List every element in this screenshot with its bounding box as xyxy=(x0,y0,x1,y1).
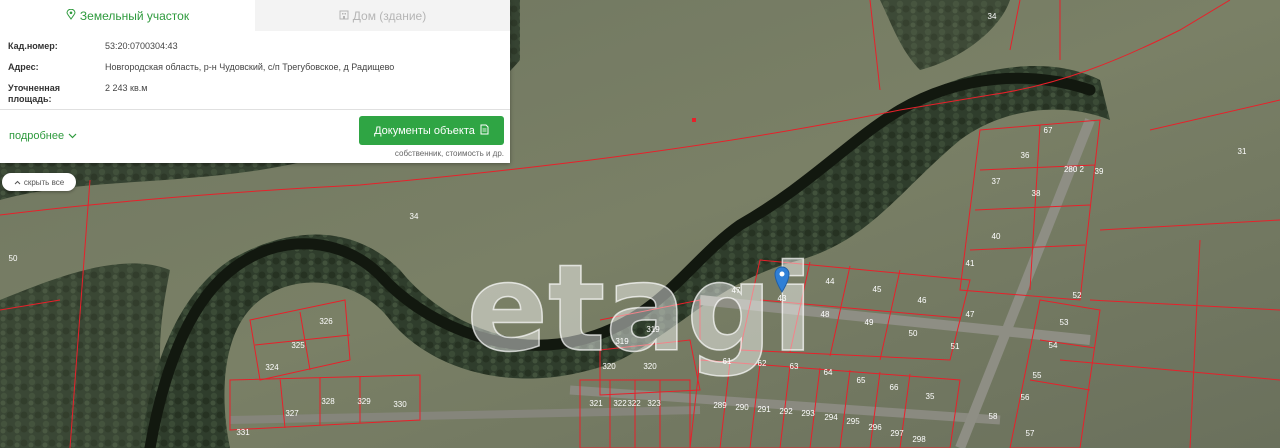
plot-label: 45 xyxy=(873,285,882,294)
field-label: Адрес: xyxy=(8,62,39,72)
plot-label: 46 xyxy=(918,296,927,305)
plot-label: 38 xyxy=(1032,189,1041,198)
plot-label: 48 xyxy=(821,310,830,319)
plot-label: 321 xyxy=(589,399,603,408)
plot-label: 297 xyxy=(890,429,904,438)
area-value: 2 243 кв.м xyxy=(105,83,148,93)
plot-label: 294 xyxy=(824,413,838,422)
plot-label: 290 xyxy=(735,403,749,412)
plot-label: 53 xyxy=(1060,318,1069,327)
plot-label: 55 xyxy=(1033,371,1042,380)
point-marker xyxy=(692,118,696,122)
plot-label: 322 xyxy=(613,399,627,408)
tab-label: Дом (здание) xyxy=(352,8,427,23)
plot-label: 293 xyxy=(801,409,815,418)
plot-label: 57 xyxy=(1026,429,1035,438)
plot-label: 295 xyxy=(846,417,860,426)
watermark: etagi xyxy=(467,240,814,379)
chevron-up-icon xyxy=(14,178,21,187)
plot-label: 50 xyxy=(9,254,18,263)
plot-label: 327 xyxy=(285,409,299,418)
tab-house[interactable]: Дом (здание) xyxy=(255,0,510,31)
tab-land-plot[interactable]: Земельный участок xyxy=(0,0,255,31)
plot-label: 322 xyxy=(627,399,641,408)
plot-label: 331 xyxy=(236,428,250,437)
plot-info-panel: Земельный участок Дом (здание) Кад.номер… xyxy=(0,0,510,163)
plot-label: 49 xyxy=(865,318,874,327)
plot-label: 34 xyxy=(410,212,419,221)
more-link[interactable]: подробнее xyxy=(9,130,77,142)
hide-all-button[interactable]: скрыть все xyxy=(2,173,76,191)
plot-label: 325 xyxy=(291,341,305,350)
plot-label: 326 xyxy=(319,317,333,326)
field-label: Уточненная площадь: xyxy=(8,83,60,104)
plot-label: 37 xyxy=(992,177,1001,186)
plot-label: 298 xyxy=(912,435,926,444)
plot-label: 54 xyxy=(1049,341,1058,350)
plot-label: 50 xyxy=(909,329,918,338)
plot-label: 330 xyxy=(393,400,407,409)
plot-label: 52 xyxy=(1073,291,1082,300)
plot-label: 35 xyxy=(926,392,935,401)
plot-label: 296 xyxy=(868,423,882,432)
plot-label: 51 xyxy=(951,342,960,351)
plot-label: 40 xyxy=(992,232,1001,241)
plot-label: 36 xyxy=(1021,151,1030,160)
plot-label: 47 xyxy=(966,310,975,319)
documents-subtext: собственник, стоимость и др. xyxy=(394,149,504,158)
plot-label: 323 xyxy=(647,399,661,408)
document-icon xyxy=(480,124,489,138)
documents-button-label: Документы объекта xyxy=(374,124,475,137)
address-value: Новгородская область, р-н Чудовский, с/п… xyxy=(105,62,395,72)
tab-label: Земельный участок xyxy=(79,8,190,23)
plot-details: Кад.номер: 53:20:0700304:43 Адрес: Новго… xyxy=(0,31,510,110)
plot-label: 292 xyxy=(779,407,793,416)
plot-label: 66 xyxy=(890,383,899,392)
panel-tabs: Земельный участок Дом (здание) xyxy=(0,0,510,31)
plot-label: 289 xyxy=(713,401,727,410)
plot-label: 291 xyxy=(757,405,771,414)
location-icon xyxy=(66,8,76,23)
plot-label: 324 xyxy=(265,363,279,372)
plot-label: 64 xyxy=(824,368,833,377)
more-label: подробнее xyxy=(9,130,65,142)
plot-label: 34 xyxy=(988,12,997,21)
hide-all-label: скрыть все xyxy=(23,177,65,187)
plot-label: 39 xyxy=(1095,167,1104,176)
plot-label: 56 xyxy=(1021,393,1030,402)
building-icon xyxy=(339,9,349,23)
cadastral-number-value: 53:20:0700304:43 xyxy=(105,41,178,51)
plot-label: 41 xyxy=(966,259,975,268)
plot-label: 58 xyxy=(989,412,998,421)
chevron-down-icon xyxy=(68,130,77,142)
plot-label: 67 xyxy=(1044,126,1053,135)
field-label: Кад.номер: xyxy=(8,41,58,51)
plot-label: 280 2 xyxy=(1064,165,1085,174)
plot-label: 329 xyxy=(357,397,371,406)
documents-button[interactable]: Документы объекта xyxy=(359,116,504,145)
plot-label: 31 xyxy=(1238,147,1247,156)
plot-label: 328 xyxy=(321,397,335,406)
plot-label: 44 xyxy=(826,277,835,286)
plot-label: 65 xyxy=(857,376,866,385)
